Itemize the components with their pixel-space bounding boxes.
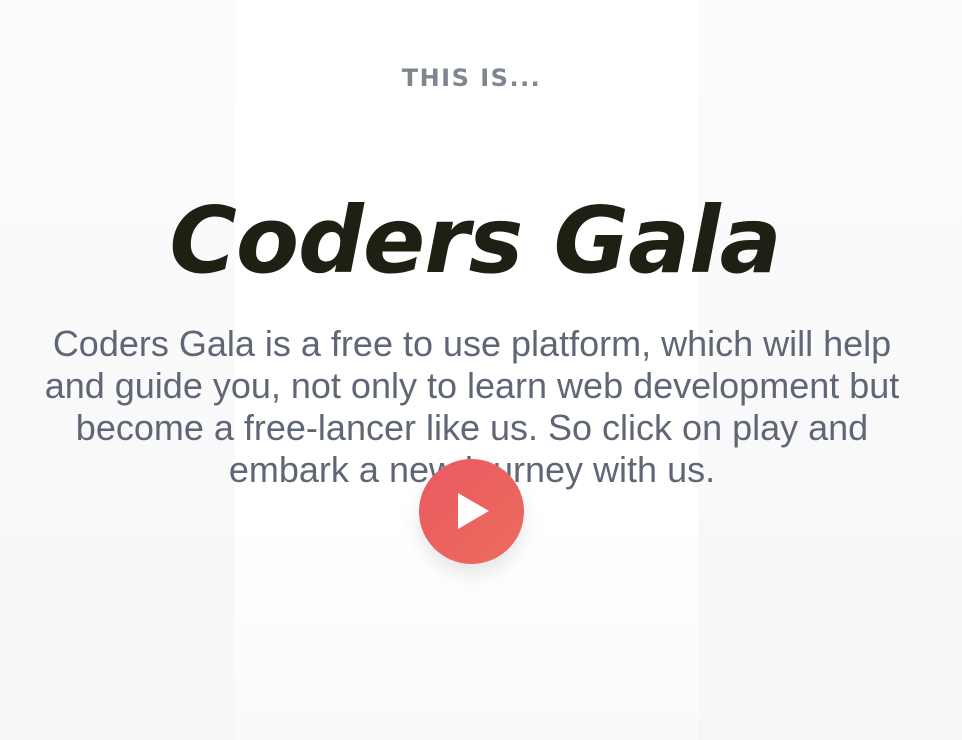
play-icon	[458, 493, 489, 529]
hero-title: Coders Gala	[169, 186, 781, 294]
hero-eyebrow: THIS IS...	[401, 64, 542, 92]
hero-section: THIS IS... Coders Gala Coders Gala is a …	[0, 0, 962, 740]
landing-page: THIS IS... Coders Gala Coders Gala is a …	[0, 0, 962, 740]
play-button[interactable]	[419, 459, 524, 564]
